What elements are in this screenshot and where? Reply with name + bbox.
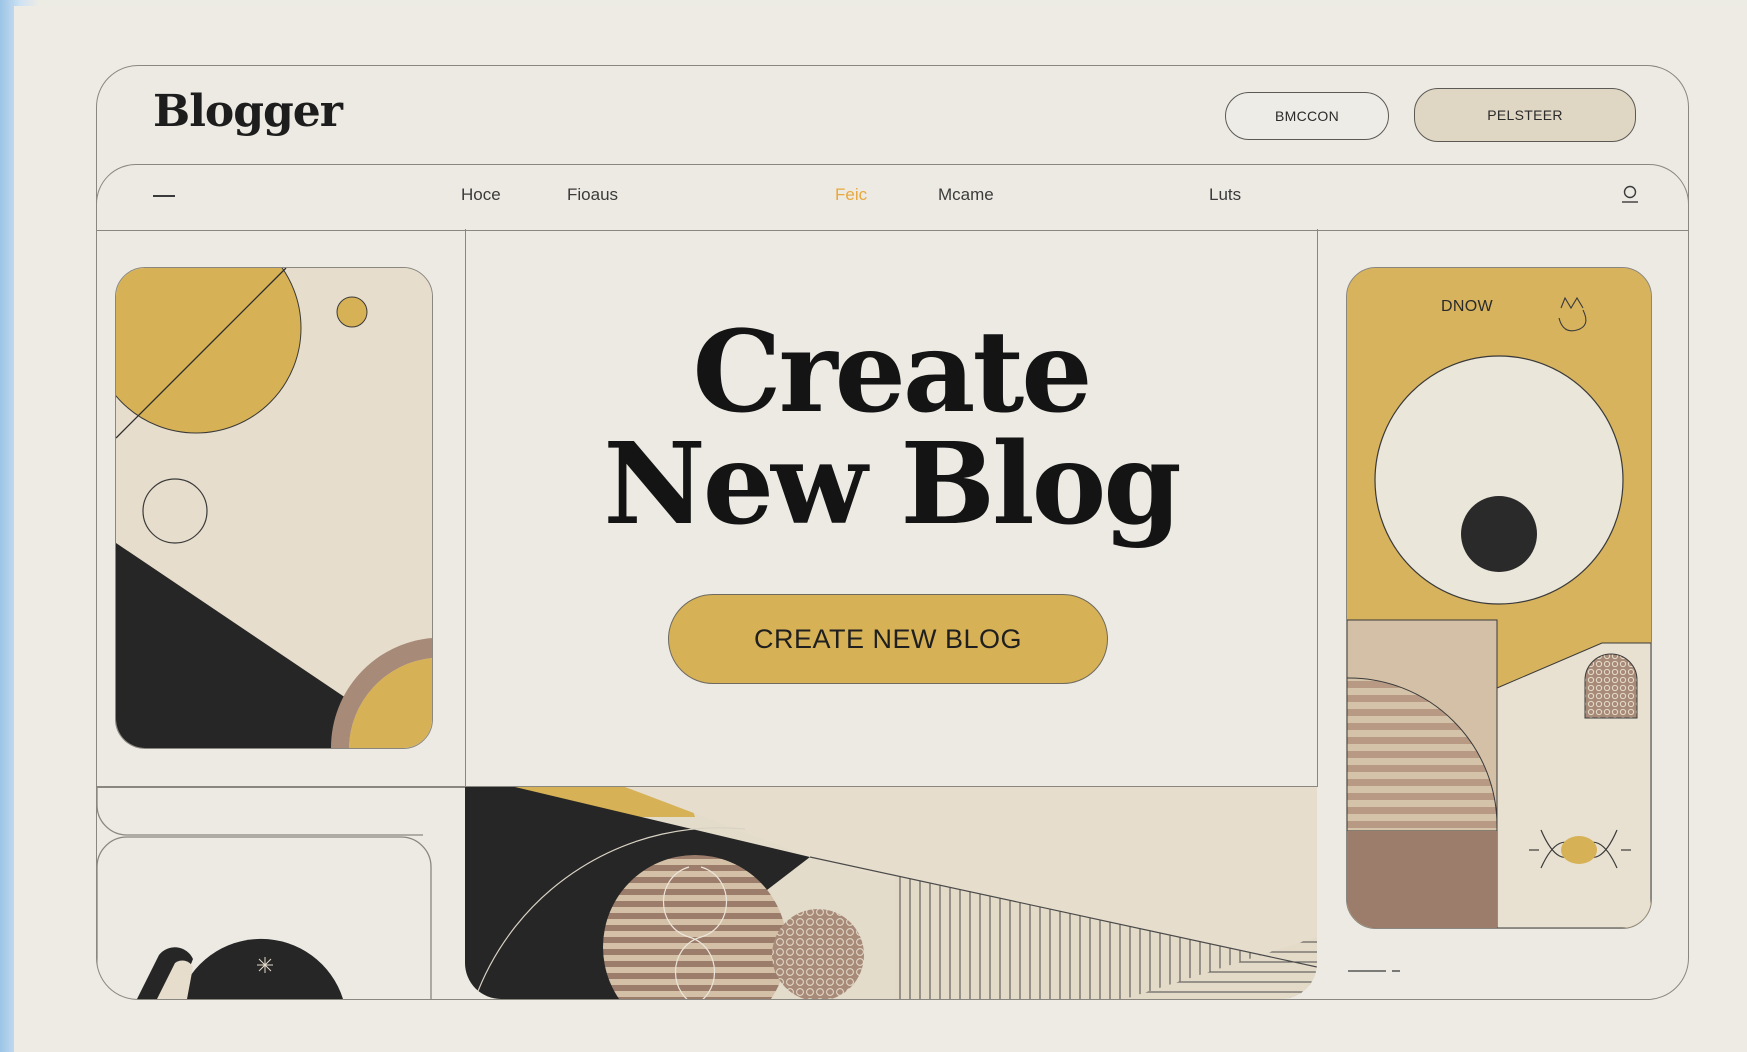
right-column: DNOW (1318, 229, 1687, 997)
abstract-shapes-illustration (116, 268, 432, 748)
user-icon[interactable] (1616, 184, 1644, 208)
eye-shapes-illustration (1347, 268, 1651, 928)
right-illustration-card: DNOW (1346, 267, 1652, 929)
nav-item-feic[interactable]: Feic (835, 185, 867, 205)
bottom-center-banner (465, 787, 1317, 999)
bottom-left-illustration (97, 787, 432, 999)
right-card-label: DNOW (1441, 298, 1493, 315)
nav-item-mcame[interactable]: Mcame (938, 185, 994, 205)
hero-section: Create New Blog CREATE NEW BLOG (465, 229, 1318, 787)
nav-item-hoce[interactable]: Hoce (461, 185, 501, 205)
app-window: Blogger BMCCON PELSTEER Hoce Fioaus Feic… (96, 65, 1689, 1000)
header-filled-button[interactable]: PELSTEER (1414, 88, 1636, 142)
hero-title: Create New Blog (465, 317, 1317, 541)
sparkle-icon (257, 957, 273, 973)
create-new-blog-button[interactable]: CREATE NEW BLOG (668, 594, 1108, 684)
left-illustration-card (115, 267, 433, 749)
header-outline-button[interactable]: BMCCON (1225, 92, 1389, 140)
top-navigation-bar: Hoce Fioaus Feic Mcame Luts (97, 164, 1688, 231)
hero-title-line-2: New Blog (603, 419, 1181, 550)
nav-item-luts[interactable]: Luts (1209, 185, 1241, 205)
nav-item-fioaus[interactable]: Fioaus (567, 185, 618, 205)
hero-title-line-1: Create (692, 307, 1093, 438)
app-logo[interactable]: Blogger (153, 86, 343, 137)
left-column (97, 229, 466, 787)
geometric-banner-illustration (465, 787, 1317, 999)
menu-dash-icon[interactable] (153, 195, 175, 197)
pagination-dash-icon[interactable] (1338, 966, 1408, 976)
bottom-left-panel (97, 787, 465, 999)
